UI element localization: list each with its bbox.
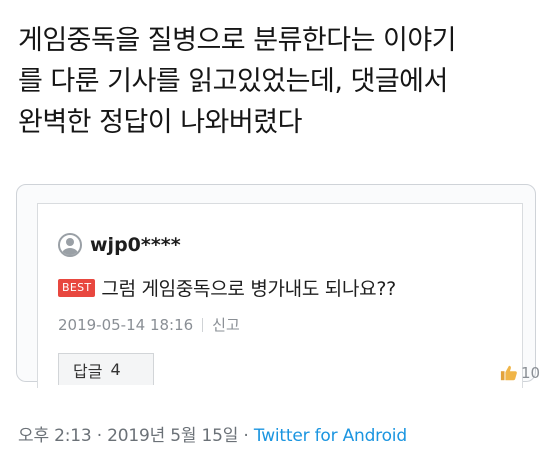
tweet-text-line-2: 를 다룬 기사를 읽고있었는데, 댓글에서: [18, 66, 448, 97]
comment-meta-row: 2019-05-14 18:16 신고: [58, 314, 240, 335]
comment-timestamp: 2019-05-14 18:16: [58, 315, 194, 334]
report-link[interactable]: 신고: [212, 314, 240, 335]
comment-username: wjp0****: [90, 234, 181, 256]
user-avatar-icon: [58, 233, 82, 257]
tweet-text-line-1: 게임중독을 질병으로 분류한다는 이야기: [18, 25, 457, 56]
tweet-text-line-3: 완벽한 정답이 나와버렸다: [18, 107, 302, 138]
tweet-text: 게임중독을 질병으로 분류한다는 이야기 를 다룬 기사를 읽고있었는데, 댓글…: [18, 20, 533, 143]
comment-text: 그럼 게임중독으로 병가내도 되나요??: [101, 278, 396, 300]
reply-button[interactable]: 답글 4: [58, 353, 154, 385]
tweet-footer: 오후 2:13 · 2019년 5월 15일 · Twitter for And…: [18, 421, 407, 446]
tweet-date: 2019년 5월 15일: [107, 426, 239, 446]
like-button[interactable]: 10: [500, 364, 540, 382]
reply-label: 답글: [73, 361, 103, 381]
reply-count: 4: [110, 360, 121, 379]
tweet-time: 오후 2:13: [18, 426, 92, 446]
footer-separator: ·: [243, 426, 249, 446]
tweet-source-link[interactable]: Twitter for Android: [254, 426, 407, 446]
comment-user-row: wjp0****: [58, 232, 181, 258]
comment-body-row: BEST 그럼 게임중독으로 병가내도 되나요??: [58, 274, 396, 301]
embedded-screenshot-card[interactable]: wjp0**** BEST 그럼 게임중독으로 병가내도 되나요?? 2019-…: [16, 184, 540, 388]
thumbs-up-icon: [500, 365, 517, 381]
like-count: 10: [521, 364, 541, 382]
footer-separator: ·: [96, 426, 102, 446]
comment-box: wjp0**** BEST 그럼 게임중독으로 병가내도 되나요?? 2019-…: [37, 203, 540, 388]
best-badge: BEST: [58, 278, 96, 297]
meta-divider: [202, 317, 204, 332]
